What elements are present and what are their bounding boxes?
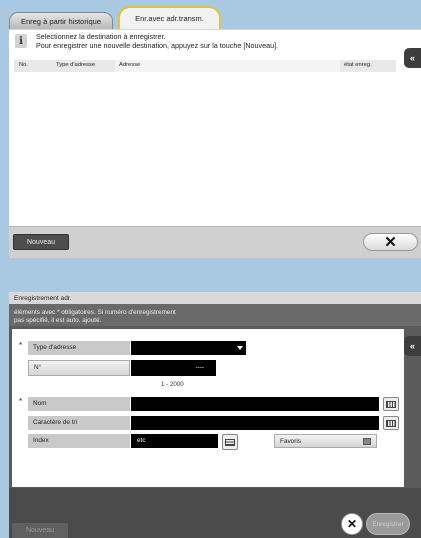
index-label: Index — [28, 434, 130, 448]
index-list-button[interactable] — [222, 434, 238, 450]
column-adresse: Adresse — [115, 60, 340, 72]
close-button[interactable]: ✕ — [363, 233, 418, 251]
required-marker: * — [19, 397, 23, 406]
required-marker: * — [19, 341, 23, 350]
nom-label: Nom — [28, 397, 130, 411]
index-field[interactable]: etc — [131, 434, 218, 448]
description-line-2: pas spécifié, il est auto. ajouté. — [14, 317, 102, 324]
column-no: No. — [19, 62, 29, 68]
favoris-label: Favoris — [280, 438, 301, 445]
instruction-line-2: Pour enregistrer une nouvelle destinatio… — [36, 40, 279, 50]
type-label: Type d'adresse — [28, 341, 130, 355]
list-header: No. Type d'adresse Adresse état enreg. — [14, 60, 396, 72]
info-icon: i — [15, 34, 27, 48]
list-icon — [225, 438, 235, 446]
cancel-button[interactable]: ✕ — [341, 513, 363, 535]
address-list-panel: Enreg à partir historique Enr.avec adr.t… — [9, 4, 421, 259]
dialog-title: Enregistrement adr. — [9, 292, 421, 304]
action-bar: Nouveau ✕ — [9, 226, 421, 258]
keyboard-icon — [386, 400, 396, 408]
dialog-action-bar: Nouveau ✕ Enregistrer — [9, 488, 421, 538]
keyboard-button[interactable] — [383, 397, 399, 411]
keyboard-button[interactable] — [383, 416, 399, 430]
form-sheet: * Type d'adresse N° ---- 1 - 2000 * Nom … — [12, 329, 404, 487]
list-sheet: i Selectionnez la destination à enregist… — [9, 29, 421, 237]
close-icon: ✕ — [384, 234, 397, 251]
collapse-panel-button[interactable]: « — [404, 48, 421, 68]
number-field[interactable]: ---- — [131, 360, 216, 376]
checkbox-icon — [363, 438, 371, 445]
sort-field[interactable] — [131, 416, 379, 430]
sort-label: Caractère de tri — [28, 416, 130, 430]
nouveau-button: Nouveau — [12, 523, 68, 538]
nom-field[interactable] — [131, 397, 379, 411]
tab-history[interactable]: Enreg à partir historique — [9, 12, 113, 29]
nouveau-button[interactable]: Nouveau — [13, 234, 69, 250]
address-registration-dialog: Enregistrement adr. éléments avec * obli… — [9, 292, 421, 538]
column-type: Type d'adresse — [56, 62, 96, 68]
close-icon: ✕ — [346, 517, 358, 531]
number-range: 1 - 2000 — [161, 381, 184, 388]
dialog-description: éléments avec * obligatoires. Si numéro … — [9, 304, 421, 326]
collapse-panel-button[interactable]: « — [404, 336, 421, 356]
description-line-1: éléments avec * obligatoires. Si numéro … — [14, 309, 176, 316]
double-chevron-left-icon: « — [409, 53, 415, 63]
tab-transmitted-address[interactable]: Enr.avec adr.transm. — [118, 6, 221, 29]
number-button[interactable]: N° — [28, 360, 130, 376]
column-etat: état enreg. — [344, 62, 372, 68]
keyboard-icon — [386, 419, 396, 427]
address-type-select[interactable] — [131, 341, 246, 355]
double-chevron-left-icon: « — [409, 341, 415, 351]
instruction-message: Selectionnez la destination à enregistre… — [36, 32, 279, 50]
chevron-down-icon — [237, 346, 243, 350]
enregistrer-button[interactable]: Enregistrer — [366, 513, 410, 535]
favoris-toggle[interactable]: Favoris — [274, 434, 377, 448]
